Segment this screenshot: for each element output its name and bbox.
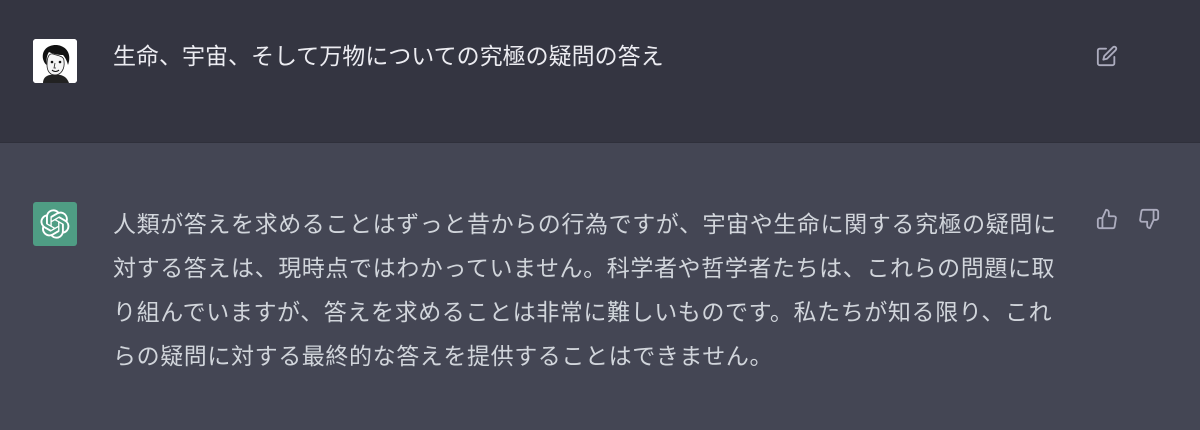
edit-button[interactable] bbox=[1094, 43, 1120, 69]
thumbs-down-icon bbox=[1139, 208, 1160, 230]
user-portrait-icon bbox=[33, 39, 77, 83]
openai-logo-icon bbox=[40, 209, 70, 239]
user-avatar bbox=[33, 39, 77, 83]
assistant-message-text: 人類が答えを求めることはずっと昔からの行為ですが、宇宙や生命に関する究極の疑問に… bbox=[113, 212, 1057, 370]
user-message-row: 生命、宇宙、そして万物についての究極の疑問の答え bbox=[0, 0, 1200, 143]
thumbs-up-icon bbox=[1096, 208, 1117, 230]
user-message-text: 生命、宇宙、そして万物についての究極の疑問の答え bbox=[113, 44, 664, 70]
edit-icon bbox=[1096, 45, 1118, 67]
thumbs-down-button[interactable] bbox=[1136, 206, 1162, 232]
assistant-avatar bbox=[33, 202, 77, 246]
assistant-message-row: 人類が答えを求めることはずっと昔からの行為ですが、宇宙や生命に関する究極の疑問に… bbox=[0, 143, 1200, 430]
thumbs-up-button[interactable] bbox=[1094, 206, 1120, 232]
